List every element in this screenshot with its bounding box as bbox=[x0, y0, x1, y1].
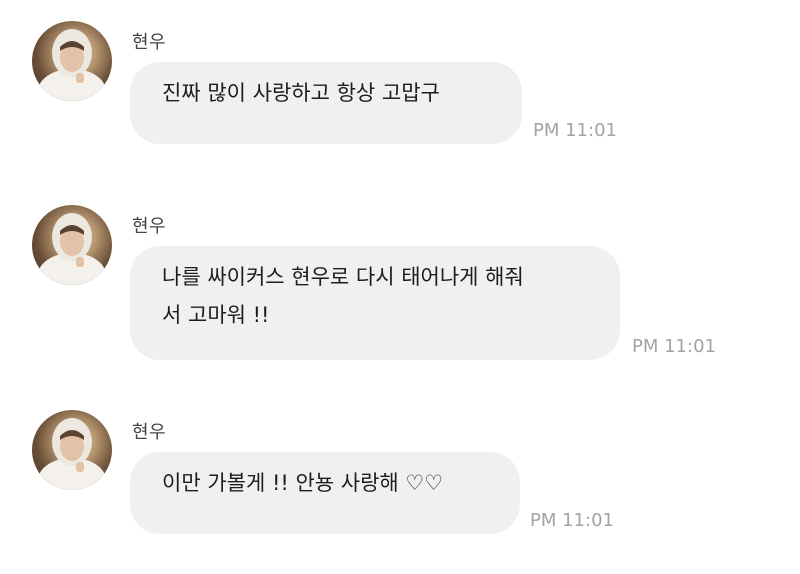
sender-name: 현우 bbox=[132, 216, 167, 237]
avatar[interactable] bbox=[32, 205, 112, 285]
sender-name: 현우 bbox=[132, 32, 167, 53]
message-bubble[interactable]: 진짜 많이 사랑하고 항상 고맙구 bbox=[130, 62, 522, 144]
message-timestamp: PM 11:01 bbox=[530, 510, 614, 531]
avatar[interactable] bbox=[32, 410, 112, 490]
profile-photo-icon bbox=[38, 29, 106, 101]
message-bubble[interactable]: 나를 싸이커스 현우로 다시 태어나게 해줘 서 고마워 !! bbox=[130, 246, 620, 360]
chat-thread: 현우 진짜 많이 사랑하고 항상 고맙구 PM 11:01 현우 나를 싸이커스… bbox=[0, 0, 800, 574]
message-timestamp: PM 11:01 bbox=[533, 120, 617, 141]
avatar[interactable] bbox=[32, 21, 112, 101]
profile-photo-icon bbox=[38, 213, 106, 285]
message-bubble[interactable]: 이만 가볼게 !! 안뇽 사랑해 ♡♡ bbox=[130, 452, 520, 534]
profile-photo-icon bbox=[38, 418, 106, 490]
message-timestamp: PM 11:01 bbox=[632, 336, 716, 357]
sender-name: 현우 bbox=[132, 422, 167, 443]
